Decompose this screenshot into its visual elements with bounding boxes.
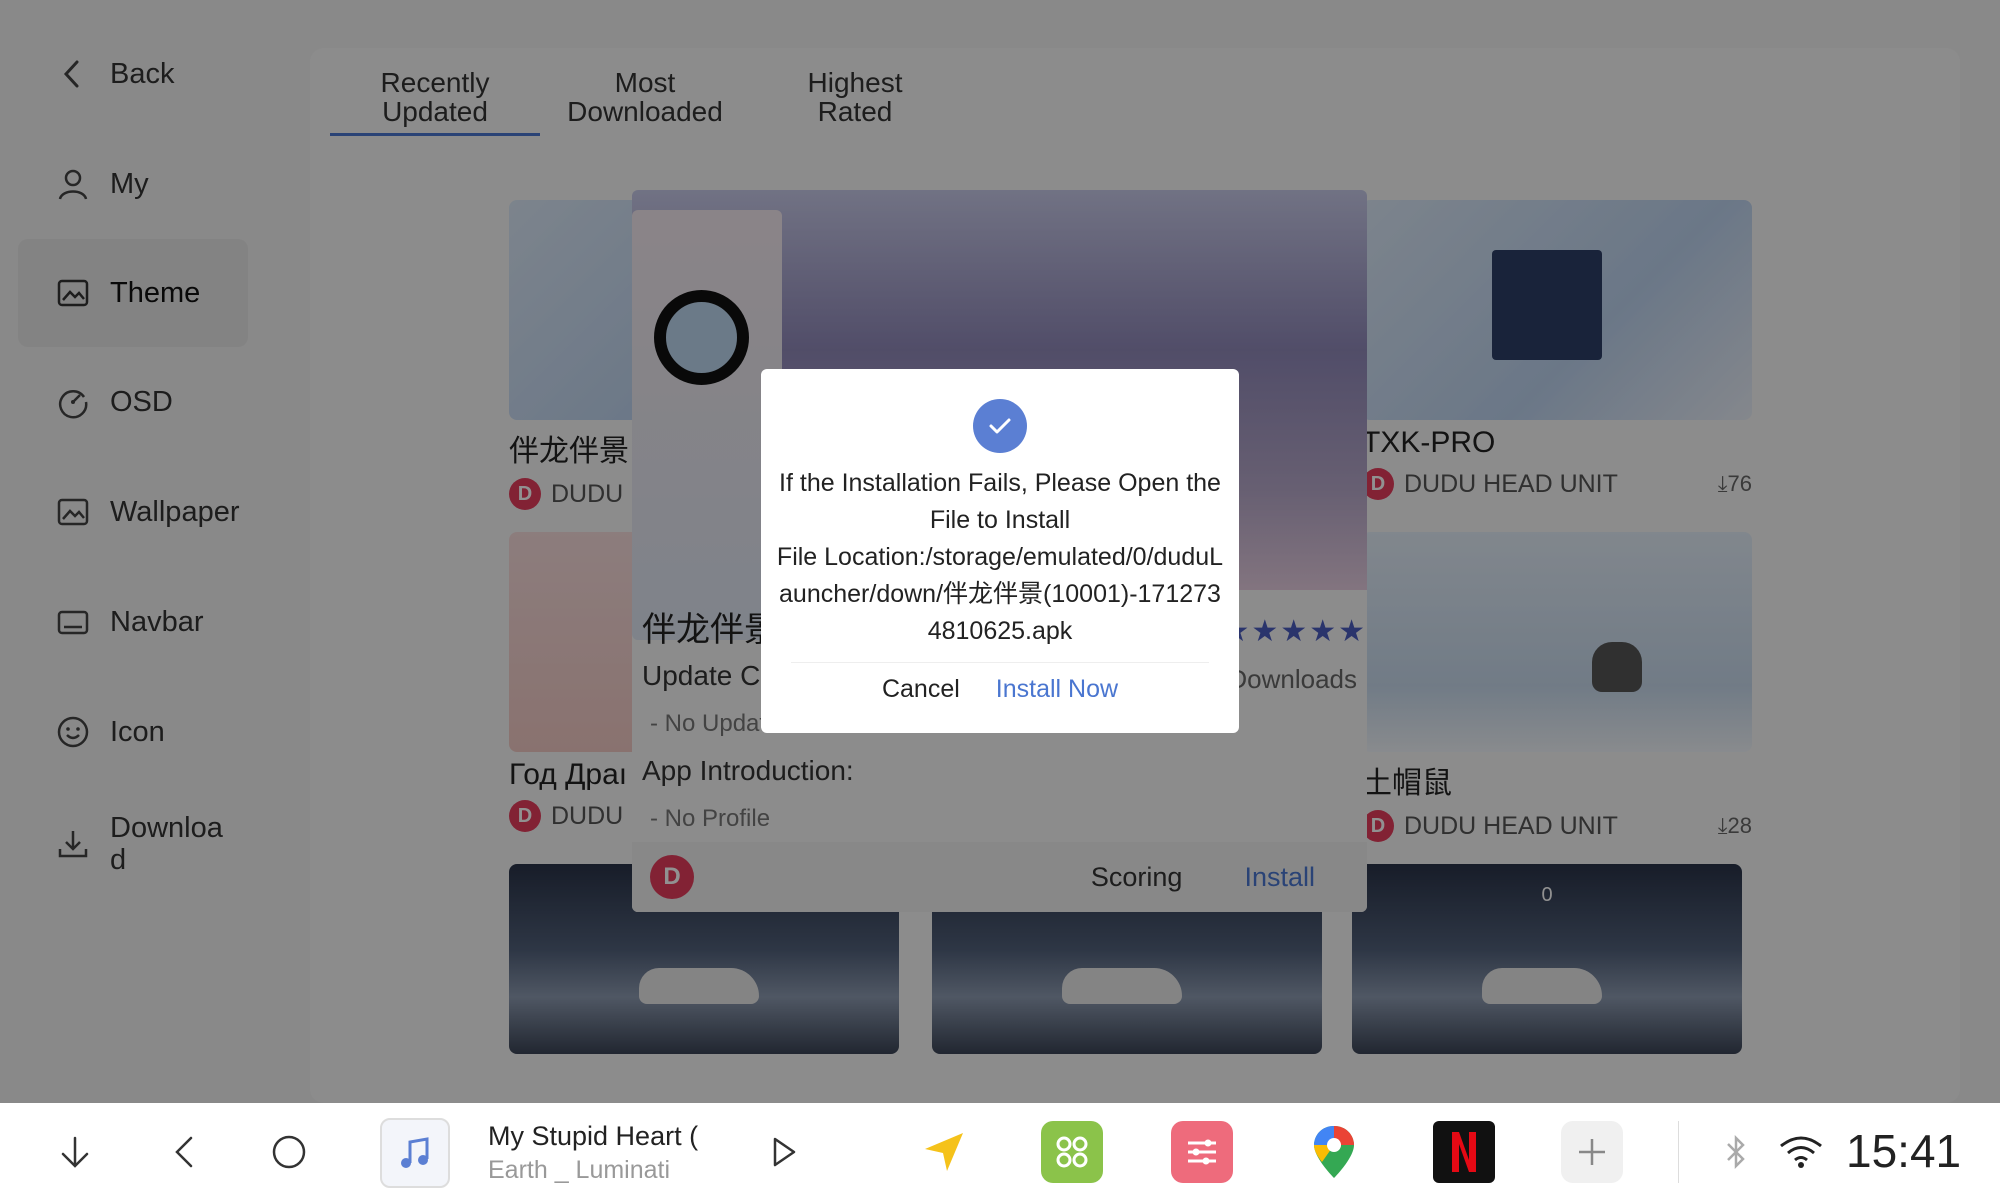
play-icon[interactable] <box>758 1103 808 1200</box>
install-dialog: If the Installation Fails, Please Open t… <box>761 369 1239 733</box>
install-now-button[interactable]: Install Now <box>978 675 1136 704</box>
home-icon[interactable] <box>264 1103 314 1200</box>
dialog-buttons: Cancel Install Now <box>761 675 1239 704</box>
navigation-app-icon[interactable] <box>912 1103 976 1200</box>
song-artist: Earth _ Luminati <box>488 1156 671 1184</box>
now-playing[interactable]: My Stupid Heart ( Earth _ Luminati <box>488 1121 698 1185</box>
apps-grid-icon[interactable] <box>1040 1103 1104 1200</box>
wifi-icon[interactable] <box>1776 1103 1826 1200</box>
clock: 15:41 <box>1846 1125 1962 1177</box>
music-app-icon[interactable] <box>380 1118 450 1188</box>
add-app-icon[interactable] <box>1560 1103 1624 1200</box>
dialog-message: If the Installation Fails, Please Open t… <box>776 469 1224 645</box>
netflix-app-icon[interactable] <box>1432 1103 1496 1200</box>
taskbar-divider <box>1678 1121 1679 1183</box>
song-title: My Stupid Heart ( <box>488 1121 698 1151</box>
arrow-down-icon[interactable] <box>50 1103 100 1200</box>
back-icon[interactable] <box>160 1103 210 1200</box>
maps-app-icon[interactable] <box>1302 1103 1366 1200</box>
dialog-divider <box>791 662 1209 663</box>
bluetooth-icon[interactable] <box>1716 1103 1756 1200</box>
equalizer-app-icon[interactable] <box>1170 1103 1234 1200</box>
cancel-button[interactable]: Cancel <box>864 675 978 704</box>
taskbar: My Stupid Heart ( Earth _ Luminati 15:41 <box>0 1103 2000 1200</box>
check-icon <box>973 399 1027 453</box>
